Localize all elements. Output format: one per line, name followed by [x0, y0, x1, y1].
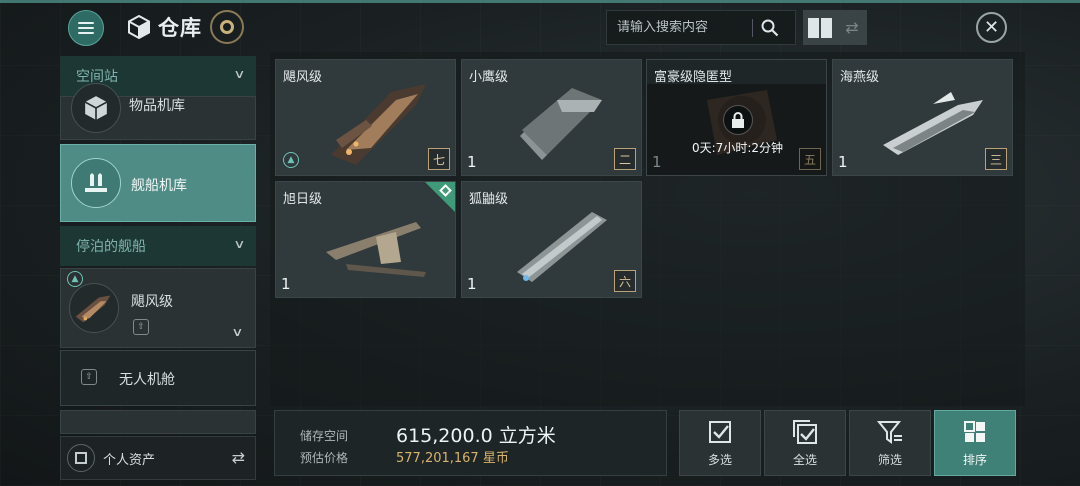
tier-badge: 三 — [985, 148, 1007, 170]
menu-icon — [78, 22, 94, 34]
grid-view-icon[interactable] — [803, 10, 837, 45]
title-group: 仓库 — [128, 12, 202, 42]
ship-name: 海燕级 — [840, 70, 880, 85]
ship-quantity: 1 — [467, 275, 477, 293]
tier-badge: 五 — [799, 148, 821, 170]
swap-icon[interactable]: ⇄ — [232, 448, 245, 467]
ship-quantity: 1 — [652, 153, 662, 171]
chevron-down-icon[interactable]: ∨ — [233, 237, 245, 251]
chevron-down-icon[interactable]: ∨ — [233, 67, 245, 81]
multi-select-button[interactable]: 多选 — [679, 410, 761, 476]
search-divider — [752, 18, 753, 37]
storage-space-value: 615,200.0 立方米 — [396, 425, 556, 447]
ship-card[interactable]: 飓风级 ▲ 七 — [275, 59, 456, 176]
sidebar-item-drone-bay[interactable]: ⇧ 无人机舱 — [60, 350, 256, 406]
sidebar-item-label: 物品机库 — [129, 98, 185, 114]
sidebar-item-item-hangar[interactable]: 物品机库 — [60, 83, 256, 140]
view-toggle[interactable]: ⇄ — [803, 10, 867, 45]
cargo-icon: ⇧ — [133, 319, 149, 335]
assets-icon — [67, 444, 95, 472]
lock-icon — [722, 105, 753, 135]
page-title: 仓库 — [158, 16, 202, 40]
multi-select-icon — [709, 420, 731, 443]
sort-button[interactable]: 排序 — [934, 410, 1016, 476]
ship-grid: 飓风级 ▲ 七 小鹰级 1 二 富豪级隐匿型 0天:7小时:2分钟 1 五 海燕… — [270, 52, 1025, 406]
docked-ship-thumbnail — [69, 283, 119, 333]
close-icon: ✕ — [983, 17, 1000, 38]
close-button[interactable]: ✕ — [976, 12, 1007, 43]
sidebar-item-docked-ship[interactable]: ▲ 飓风级 ⇧ ∨ — [60, 268, 256, 348]
ship-quantity: 1 — [467, 153, 477, 171]
chevron-down-icon[interactable]: ∨ — [231, 325, 243, 339]
upgrade-icon: ▲ — [283, 152, 299, 168]
swap-view-icon[interactable]: ⇄ — [837, 10, 867, 45]
select-all-icon — [793, 419, 817, 444]
menu-button[interactable] — [68, 10, 104, 46]
drone-bay-icon: ⇧ — [81, 369, 97, 385]
search-icon[interactable] — [761, 19, 779, 37]
filter-icon — [877, 420, 902, 444]
sidebar: 空间站 ∨ 物品机库 舰船机库 停泊的舰船 ∨ ▲ 飓风级 ⇧ ∨ ⇧ 无人机舱… — [58, 52, 258, 482]
tier-badge: 七 — [428, 148, 450, 170]
ship-card-locked[interactable]: 富豪级隐匿型 0天:7小时:2分钟 1 五 — [646, 59, 827, 176]
action-label: 筛选 — [877, 452, 902, 467]
ship-quantity: 1 — [838, 153, 848, 171]
action-label: 全选 — [792, 452, 817, 467]
estimated-price-value: 577,201,167 星币 — [396, 451, 509, 466]
storage-space-label: 储存空间 — [300, 429, 349, 443]
locate-icon[interactable] — [210, 10, 244, 44]
item-hangar-icon — [71, 83, 121, 133]
section-label: 停泊的舰船 — [76, 239, 146, 255]
sort-icon — [964, 420, 985, 442]
cube-icon — [128, 15, 150, 39]
docked-ship-label: 飓风级 — [131, 294, 173, 310]
ship-name: 小鹰级 — [469, 70, 509, 85]
personal-assets-bar[interactable]: 个人资产 ⇄ — [60, 436, 256, 480]
estimated-price-label: 预估价格 — [300, 451, 349, 465]
header: 仓库 ⇄ ✕ — [0, 0, 1080, 54]
ship-name: 旭日级 — [283, 192, 323, 207]
sidebar-item-label: 舰船机库 — [131, 178, 187, 194]
personal-assets-label: 个人资产 — [103, 452, 156, 468]
ship-quantity: 1 — [281, 275, 291, 293]
ship-hangar-icon — [71, 158, 121, 208]
sidebar-item-partial[interactable] — [60, 410, 256, 434]
ship-name: 飓风级 — [283, 70, 323, 85]
action-label: 多选 — [707, 452, 732, 467]
tier-badge: 二 — [614, 148, 636, 170]
sidebar-item-ship-hangar[interactable]: 舰船机库 — [60, 144, 256, 222]
ship-card[interactable]: 小鹰级 1 二 — [461, 59, 642, 176]
ship-card[interactable]: 狐鼬级 1 六 — [461, 181, 642, 298]
sidebar-item-label: 无人机舱 — [119, 372, 175, 388]
upgrade-icon: ▲ — [67, 271, 83, 287]
ship-name: 狐鼬级 — [469, 192, 509, 207]
tier-badge: 六 — [614, 270, 636, 292]
ship-name: 富豪级隐匿型 — [654, 70, 733, 85]
search-input[interactable] — [607, 20, 752, 35]
unlock-timer: 0天:7小时:2分钟 — [692, 141, 783, 155]
filter-button[interactable]: 筛选 — [849, 410, 931, 476]
section-header-docked-ships[interactable]: 停泊的舰船 ∨ — [60, 226, 256, 266]
ship-card[interactable]: 海燕级 1 三 — [832, 59, 1013, 176]
select-all-button[interactable]: 全选 — [764, 410, 846, 476]
new-corner-flag — [425, 182, 455, 212]
ship-card[interactable]: 旭日级 1 — [275, 181, 456, 298]
action-label: 排序 — [962, 452, 987, 467]
search-box — [606, 10, 796, 45]
storage-info-panel: 储存空间 615,200.0 立方米 预估价格 577,201,167 星币 — [274, 410, 667, 476]
